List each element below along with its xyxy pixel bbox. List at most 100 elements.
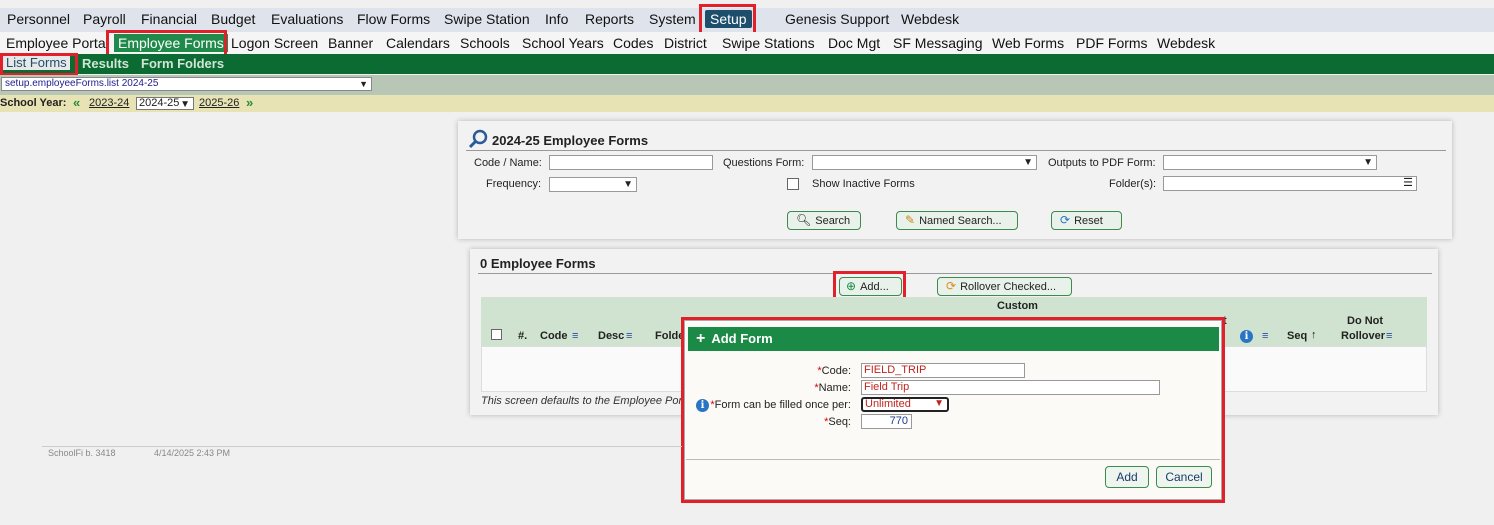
submenu-schools[interactable]: Schools (460, 35, 510, 51)
col-seq[interactable]: Seq (1287, 330, 1307, 342)
dialog-cancel-button[interactable]: Cancel (1156, 466, 1212, 488)
filter-icon[interactable]: ≡ (1262, 330, 1268, 342)
submenu-web-forms[interactable]: Web Forms (992, 35, 1064, 51)
tab-results[interactable]: Results (82, 56, 129, 71)
submenu-pdf-forms[interactable]: PDF Forms (1076, 35, 1148, 51)
seq-field[interactable]: 770 (861, 414, 912, 429)
menu-financial[interactable]: Financial (141, 11, 197, 27)
add-form-button[interactable]: ⊕ Add... (839, 277, 902, 296)
info-icon[interactable]: i (696, 399, 709, 412)
chevron-down-icon: ▼ (1023, 157, 1033, 168)
filled-once-value: Unlimited (865, 398, 911, 410)
search-button-label: Search (815, 215, 851, 227)
refresh-icon: ⟳ (1060, 213, 1071, 227)
rollover-checked-button[interactable]: ⟳ Rollover Checked... (937, 277, 1072, 296)
name-field[interactable]: Field Trip (861, 380, 1160, 395)
named-search-button-label: Named Search... (919, 215, 1002, 227)
chevron-down-icon: ▼ (359, 79, 368, 89)
prev-year-icon[interactable]: « (73, 95, 80, 110)
filled-label-text: Form can be filled once per: (714, 399, 851, 411)
name-label-text: Name: (818, 382, 851, 394)
school-year-value: 2024-25 (139, 97, 180, 109)
code-name-input[interactable] (549, 155, 713, 170)
frequency-select[interactable]: ▼ (549, 177, 637, 192)
search-button[interactable]: 🔍︎ Search (787, 211, 861, 230)
next-year-icon[interactable]: » (246, 95, 253, 110)
submenu-sf-messaging[interactable]: SF Messaging (893, 35, 982, 51)
rollover-icon: ⟳ (946, 279, 957, 293)
submenu-employee-forms[interactable]: Employee Forms (114, 34, 228, 52)
named-search-button[interactable]: ✎ Named Search... (896, 211, 1018, 230)
name-field-label: *Name: (814, 382, 851, 394)
show-inactive-checkbox[interactable] (787, 178, 799, 190)
questions-form-select[interactable]: ▼ (812, 155, 1037, 170)
folders-input[interactable]: ☰ (1163, 176, 1417, 191)
dialog-title: Add Form (711, 331, 773, 346)
next-year-link[interactable]: 2025-26 (199, 97, 239, 109)
submenu-doc-mgt[interactable]: Doc Mgt (828, 35, 880, 51)
menu-genesis-support[interactable]: Genesis Support (785, 11, 889, 27)
submenu-calendars[interactable]: Calendars (386, 35, 450, 51)
show-inactive-label: Show Inactive Forms (812, 178, 915, 190)
school-year-select[interactable]: 2024-25 ▼ (136, 97, 194, 110)
custom-header: Custom (997, 300, 1038, 312)
dialog-divider (686, 459, 1220, 460)
named-search-icon: ✎ (905, 213, 916, 227)
col-code[interactable]: Code (540, 330, 568, 342)
outputs-pdf-select[interactable]: ▼ (1163, 155, 1377, 170)
menu-payroll[interactable]: Payroll (83, 11, 126, 27)
menu-info[interactable]: Info (545, 11, 568, 27)
filled-once-select[interactable]: Unlimited ▼ (861, 397, 949, 412)
info-icon[interactable]: i (1240, 330, 1253, 343)
menu-reports[interactable]: Reports (585, 11, 634, 27)
path-select[interactable]: setup.employeeForms.list 2024-25 ▼ (1, 77, 372, 91)
sub-menu: Employee Portal Employee Forms Logon Scr… (0, 32, 1494, 54)
reset-button[interactable]: ⟳ Reset (1051, 211, 1122, 230)
submenu-school-years[interactable]: School Years (522, 35, 604, 51)
col-folder[interactable]: Folde (655, 330, 684, 342)
filled-once-label: *Form can be filled once per: (710, 399, 851, 411)
code-name-label: Code / Name: (474, 157, 542, 169)
submenu-swipe-stations[interactable]: Swipe Stations (722, 35, 815, 51)
top-menu: Personnel Payroll Financial Budget Evalu… (0, 8, 1494, 32)
footer-rule (42, 446, 682, 447)
submenu-webdesk[interactable]: Webdesk (1157, 35, 1215, 51)
menu-system[interactable]: System (649, 11, 696, 27)
search-panel: 2024-25 Employee Forms Code / Name: Ques… (458, 121, 1452, 239)
col-desc[interactable]: Desc (598, 330, 624, 342)
tab-form-folders[interactable]: Form Folders (141, 56, 224, 71)
code-field[interactable]: FIELD_TRIP (861, 363, 1025, 378)
menu-icon: ☰ (1403, 177, 1413, 189)
sort-up-icon[interactable]: ↑ (1311, 329, 1317, 341)
submenu-district[interactable]: District (664, 35, 707, 51)
divider (466, 150, 1446, 151)
filter-icon[interactable]: ≡ (572, 330, 578, 342)
add-form-dialog: + Add Form *Code: FIELD_TRIP *Name: Field… (684, 320, 1222, 500)
dialog-add-button[interactable]: Add (1105, 466, 1149, 488)
outputs-pdf-label: Outputs to PDF Form: (1048, 157, 1156, 169)
submenu-logon-screen[interactable]: Logon Screen (231, 35, 318, 51)
chevron-down-icon: ▼ (623, 179, 633, 190)
menu-budget[interactable]: Budget (211, 11, 255, 27)
filter-icon[interactable]: ≡ (626, 330, 632, 342)
menu-webdesk[interactable]: Webdesk (901, 11, 959, 27)
folders-label: Folder(s): (1109, 178, 1157, 190)
footer-datetime: 4/14/2025 2:43 PM (154, 448, 231, 458)
submenu-codes[interactable]: Codes (613, 35, 653, 51)
menu-swipe-station[interactable]: Swipe Station (444, 11, 530, 27)
filter-icon[interactable]: ≡ (1386, 330, 1392, 342)
tab-bar: List Forms Results Form Folders (0, 54, 1494, 74)
tab-list-forms[interactable]: List Forms (3, 55, 70, 70)
col-rollover[interactable]: Rollover (1341, 330, 1385, 342)
menu-flow-forms[interactable]: Flow Forms (357, 11, 430, 27)
plus-circle-icon: ⊕ (846, 279, 857, 293)
menu-evaluations[interactable]: Evaluations (271, 11, 343, 27)
submenu-employee-portal[interactable]: Employee Portal (6, 35, 109, 51)
menu-personnel[interactable]: Personnel (7, 11, 70, 27)
menu-setup[interactable]: Setup (705, 10, 752, 28)
col-t: t (1223, 315, 1227, 327)
submenu-banner[interactable]: Banner (328, 35, 373, 51)
prev-year-link[interactable]: 2023-24 (89, 97, 129, 109)
select-all-checkbox[interactable] (491, 329, 502, 340)
path-select-value: setup.employeeForms.list 2024-25 (5, 78, 159, 89)
